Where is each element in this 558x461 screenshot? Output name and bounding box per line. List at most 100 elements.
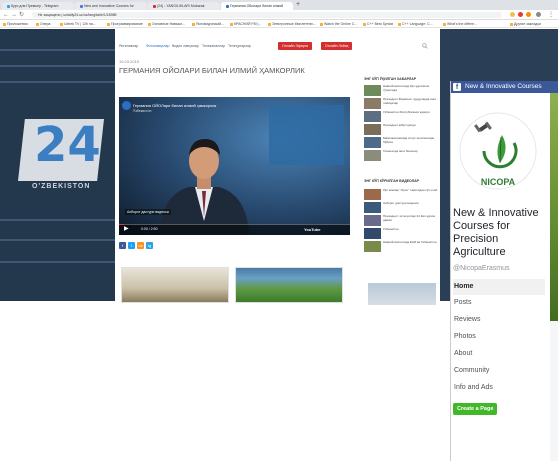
create-page-button[interactable]: Create a Page (453, 403, 498, 415)
sidebar-video-text: Ахборот дастури видеоси (383, 202, 419, 205)
video-channel: Ўзбекистон (133, 109, 152, 113)
tab-favicon-icon (7, 4, 10, 8)
fb-menu-reviews[interactable]: Reviews (453, 312, 545, 328)
youtube-logo[interactable]: YouTube (304, 227, 321, 232)
related-news-thumbnail[interactable] (121, 267, 229, 303)
facebook-page-popup: f New & Innovative Courses NICOPA New & … (450, 81, 558, 461)
bookmark-item[interactable]: What's the differe... (443, 20, 477, 28)
fb-menu-about[interactable]: About (453, 346, 545, 362)
sidebar-news-item[interactable]: Президент Фармони: ҳудудларда янги лойиҳ… (364, 98, 440, 110)
browser-tab-active[interactable]: Германия Ойолари билан илмий (221, 2, 293, 10)
bookmark-item[interactable]: C++ Best Syntax (363, 20, 393, 28)
sidebar-news-text: Ўзбекистон Республикаси қарори (383, 111, 430, 114)
sidebar-news-item[interactable]: Навоий вилоятида йўл қурилиши тўғрисида (364, 85, 440, 97)
sidebar-news-item[interactable]: Президент қабул қилди (364, 124, 440, 136)
sidebar: ЭНГ КЎП ЎҚИЛГАН ХАБАРЛАР Навоий вилоятид… (364, 29, 440, 305)
tab-favicon-icon (226, 4, 229, 8)
extension-icon[interactable] (526, 12, 531, 17)
extension-icon[interactable] (518, 12, 523, 17)
url-input[interactable]: Не защищено | uzdaily24.uz/uz/lang/tahir… (32, 12, 502, 18)
nav-item[interactable]: Телеканаллар (202, 42, 225, 50)
facebook-share-icon[interactable]: f (119, 242, 126, 249)
bookmark-item[interactable]: C++ Language: C... (398, 20, 433, 28)
page-blank-area (0, 301, 450, 461)
sidebar-video-item[interactable]: Ўзбекистон (364, 228, 440, 240)
sidebar-news-text: Тошкентда янги бинолар (383, 150, 418, 153)
video-speaker-image (159, 139, 249, 235)
bookmark-item[interactable]: Программирование (107, 20, 143, 28)
facebook-page-name[interactable]: New & Innovative Courses for Precision A… (453, 207, 549, 259)
forward-icon[interactable]: → (11, 11, 17, 19)
sidebar-banner[interactable] (368, 283, 436, 305)
bookmark-item[interactable]: Электронные бюллетени... (268, 20, 316, 28)
facebook-cover-photo[interactable] (550, 93, 558, 328)
video-progress-bar[interactable] (119, 224, 350, 225)
facebook-logo-icon: f (453, 83, 461, 91)
fb-menu-photos[interactable]: Photos (453, 329, 545, 345)
new-tab-button[interactable]: + (296, 1, 300, 9)
screenshot-root: Курс для Премьер - Telegram New and Inno… (0, 0, 558, 461)
bookmark-item[interactable]: Watch the Online C... (320, 20, 357, 28)
back-icon[interactable]: ← (3, 11, 9, 19)
channel-logo-text: 24 (34, 117, 101, 173)
telegram-share-icon[interactable]: tg (146, 242, 153, 249)
site-background-left: 24 O'ZBEKISTON (0, 29, 115, 301)
nicopa-logo[interactable]: NICOPA (458, 111, 538, 191)
sidebar-video-text: Ўзбекистон (383, 228, 399, 231)
odnoklassniki-share-icon[interactable]: ok (137, 242, 144, 249)
video-time: 0:00 / 2:50 (141, 227, 158, 231)
sidebar-news-item[interactable]: Тошкентда янги бинолар (364, 150, 440, 162)
sidebar-news-item[interactable]: Ўзбекистон Республикаси қарори (364, 111, 440, 123)
nav-item[interactable]: Телеҳунарлар (228, 42, 251, 50)
facebook-popup-title: New & Innovative Courses (465, 83, 542, 90)
sidebar-video-item[interactable]: Навоий вилоятида ЕАЙ ва Ўзбекистон (364, 241, 440, 253)
sidebar-heading-videos: ЭНГ КЎП КЎРИЛГАН ВИДЕОЛАР (364, 179, 420, 183)
nav-item[interactable]: Видео лавҳалар (172, 42, 199, 50)
sidebar-news-item[interactable]: Мамлакатимизда спорт янгиликлари бўйича (364, 137, 440, 149)
video-title[interactable]: Германия ОЙОЛари билан илмий ҳамкорлик (133, 103, 216, 108)
play-icon[interactable]: ▶ (124, 226, 129, 233)
video-player[interactable]: Германия ОЙОЛари билан илмий ҳамкорлик Ў… (119, 97, 350, 235)
menu-icon[interactable]: ⋮ (548, 11, 554, 19)
video-controls: ▶ 0:00 / 2:50 YouTube (119, 224, 350, 235)
nav-item[interactable]: Янгиликлар (119, 42, 138, 50)
sidebar-video-item[interactable]: Кўп кимлар "Орол" тарихидан сўз очиб (364, 189, 440, 201)
sidebar-video-item[interactable]: Ахборот дастури видеоси (364, 202, 440, 214)
sidebar-video-text: Президент: ислоҳотлар 24 йил қуриш давом (383, 215, 436, 222)
related-news-thumbnail[interactable] (235, 267, 343, 303)
tab-label: Германия Ойолари билан илмий (230, 4, 284, 8)
browser-address-bar: ← → ↻ Не защищено | uzdaily24.uz/uz/lang… (0, 10, 558, 20)
sidebar-video-item[interactable]: Президент: ислоҳотлар 24 йил қуриш давом (364, 215, 440, 227)
bookmark-item[interactable]: Другие закладки (510, 20, 541, 28)
live-broadcast-button[interactable]: Онлайн Эфирга (278, 42, 312, 50)
tab-label: New and Innovative Courses for (84, 4, 134, 8)
channel-logo-subtitle: O'ZBEKISTON (32, 183, 91, 190)
online-project-button[interactable]: Онлайн Лойиҳ (321, 42, 353, 50)
browser-tab[interactable]: New and Innovative Courses for (75, 2, 147, 10)
twitter-share-icon[interactable]: t (128, 242, 135, 249)
tab-favicon-icon (80, 4, 83, 8)
bookmark-item[interactable]: КРАСНИЙ FM |... (230, 20, 261, 28)
facebook-page-handle[interactable]: @NicopaErasmus (453, 265, 510, 272)
article-date: 19.03.2019 (119, 59, 140, 64)
extension-icon[interactable] (510, 12, 515, 17)
reload-icon[interactable]: ↻ (19, 11, 24, 19)
facebook-popup-header: f New & Innovative Courses (451, 81, 558, 93)
fb-menu-home[interactable]: Home (453, 279, 545, 295)
profile-avatar-icon[interactable] (536, 12, 541, 17)
bookmark-item[interactable]: Uzbek TV | 12h на... (60, 20, 96, 28)
fb-menu-info-and-ads[interactable]: Info and Ads (453, 380, 545, 396)
sidebar-news-text: Президент қабул қилди (383, 124, 416, 127)
sidebar-heading-news: ЭНГ КЎП ЎҚИЛГАН ХАБАРЛАР (364, 77, 417, 81)
bookmark-item[interactable]: Приложения (3, 20, 27, 28)
bookmark-item[interactable]: Ясновидческий... (192, 20, 224, 28)
bookmark-item[interactable]: Основные Навыки... (148, 20, 185, 28)
bookmark-item[interactable]: Опера (36, 20, 50, 28)
channel-avatar-icon (122, 101, 131, 110)
fb-menu-posts[interactable]: Posts (453, 295, 545, 311)
sidebar-video-text: Навоий вилоятида ЕАЙ ва Ўзбекистон (383, 241, 437, 244)
browser-tab[interactable]: (24) - YANGILIKLAR/ Mubarak (148, 2, 220, 10)
nav-item-active[interactable]: Фотолавҳалар (146, 42, 169, 50)
fb-menu-community[interactable]: Community (453, 363, 545, 379)
browser-tab[interactable]: Курс для Премьер - Telegram (2, 2, 74, 10)
